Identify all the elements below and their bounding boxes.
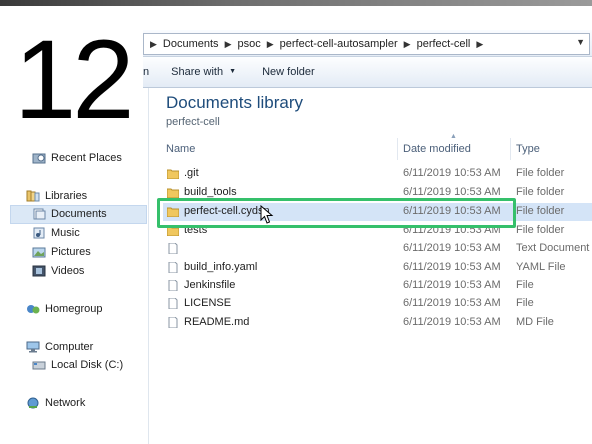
- file-date: 6/11/2019 10:53 AM: [403, 261, 501, 273]
- file-type: File folder: [516, 205, 565, 217]
- nav-item-documents[interactable]: Documents: [32, 208, 107, 220]
- nav-label-recent-places: Recent Places: [51, 152, 122, 164]
- nav-item-music[interactable]: Music: [32, 227, 80, 239]
- file-name: build_info.yaml: [184, 261, 258, 273]
- file-name: README.md: [184, 316, 250, 328]
- file-name: build_tools: [184, 186, 237, 198]
- recent-places-icon: [32, 153, 46, 164]
- file-name: Jenkinsfile: [184, 279, 236, 291]
- nav-item-local-disk[interactable]: Local Disk (C:): [32, 359, 123, 371]
- mouse-cursor-icon: [260, 205, 274, 224]
- nav-label-music: Music: [51, 227, 80, 239]
- file-type: File folder: [516, 167, 565, 179]
- computer-icon: [26, 341, 40, 353]
- dropdown-arrow-icon: ▼: [229, 68, 237, 75]
- file-date: 6/11/2019 10:53 AM: [403, 167, 501, 179]
- file-type: Text Document: [516, 242, 590, 254]
- column-header-date-modified[interactable]: Date modified: [403, 138, 471, 160]
- nav-item-libraries[interactable]: Libraries: [26, 190, 87, 202]
- folder-icon: [167, 169, 179, 179]
- chevron-right-icon[interactable]: ▶: [267, 39, 274, 50]
- pictures-icon: [32, 247, 46, 258]
- file-row[interactable]: README.md 6/11/2019 10:53 AM MD File: [163, 314, 592, 332]
- column-header-type[interactable]: Type: [516, 138, 540, 160]
- videos-icon: [32, 265, 46, 277]
- breadcrumb-documents[interactable]: Documents: [163, 38, 219, 50]
- library-title: Documents library: [166, 93, 303, 112]
- chevron-right-icon[interactable]: ▶: [404, 39, 411, 50]
- nav-label-network: Network: [45, 397, 86, 409]
- file-type: MD File: [516, 316, 554, 328]
- file-date: 6/11/2019 10:53 AM: [403, 242, 501, 254]
- file-type: File: [516, 297, 534, 309]
- new-folder-button[interactable]: New folder: [262, 66, 315, 78]
- document-icon: [168, 298, 178, 309]
- libraries-icon: [26, 190, 40, 202]
- file-row[interactable]: Jenkinsfile 6/11/2019 10:53 AM File: [163, 277, 592, 295]
- file-date: 6/11/2019 10:53 AM: [403, 279, 501, 291]
- chevron-right-icon[interactable]: ▶: [225, 39, 232, 50]
- chevron-right-icon: ▶: [150, 38, 157, 49]
- file-type: File: [516, 279, 534, 291]
- document-icon: [168, 262, 178, 273]
- homegroup-icon: [27, 305, 40, 314]
- file-type: YAML File: [516, 261, 566, 273]
- library-subtitle: perfect-cell: [166, 116, 220, 128]
- chevron-right-icon[interactable]: ▶: [476, 39, 483, 50]
- nav-item-homegroup[interactable]: Homegroup: [26, 303, 102, 315]
- hard-drive-icon: [32, 361, 46, 370]
- pane-divider[interactable]: [148, 88, 149, 444]
- toolbar-partial-button[interactable]: n: [143, 66, 149, 78]
- file-date: 6/11/2019 10:53 AM: [403, 186, 501, 198]
- nav-label-videos: Videos: [51, 265, 85, 277]
- document-icon: [168, 317, 178, 328]
- nav-label-libraries: Libraries: [45, 190, 88, 202]
- file-row[interactable]: .git 6/11/2019 10:53 AM File folder: [163, 165, 592, 183]
- file-name: LICENSE: [184, 297, 232, 309]
- nav-label-pictures: Pictures: [51, 246, 91, 258]
- file-date: 6/11/2019 10:53 AM: [403, 316, 501, 328]
- file-date: 6/11/2019 10:53 AM: [403, 297, 501, 309]
- documents-icon: [33, 208, 46, 220]
- file-type: File folder: [516, 186, 565, 198]
- history-dropdown-icon[interactable]: ▼: [576, 37, 585, 47]
- nav-label-computer: Computer: [45, 341, 94, 353]
- nav-label-homegroup: Homegroup: [45, 303, 103, 315]
- window-top-edge: [0, 0, 592, 6]
- document-icon: [168, 243, 178, 254]
- breadcrumb-perfect-cell[interactable]: perfect-cell: [417, 38, 471, 50]
- file-row[interactable]: build_info.yaml 6/11/2019 10:53 AM YAML …: [163, 259, 592, 277]
- annotation-highlight-box: [157, 198, 516, 228]
- network-icon: [27, 397, 39, 409]
- file-name: .git: [184, 167, 199, 179]
- nav-item-recent-places[interactable]: Recent Places: [32, 152, 122, 164]
- address-bar[interactable]: ▶ Documents ▶ psoc ▶ perfect-cell-autosa…: [143, 30, 592, 57]
- breadcrumb-perfect-cell-autosampler[interactable]: perfect-cell-autosampler: [280, 38, 398, 50]
- share-with-button[interactable]: Share with ▼: [171, 66, 236, 78]
- nav-label-documents: Documents: [51, 208, 107, 220]
- column-header-name[interactable]: Name: [166, 138, 195, 160]
- file-type: File folder: [516, 224, 565, 236]
- nav-item-network[interactable]: Network: [26, 397, 85, 409]
- document-icon: [168, 280, 178, 291]
- breadcrumb[interactable]: ▶ Documents ▶ psoc ▶ perfect-cell-autosa…: [143, 33, 590, 55]
- nav-label-local-disk: Local Disk (C:): [51, 359, 124, 371]
- nav-item-computer[interactable]: Computer: [26, 341, 93, 353]
- breadcrumb-psoc[interactable]: psoc: [237, 38, 260, 50]
- step-number: 12: [14, 17, 135, 142]
- file-row[interactable]: LICENSE 6/11/2019 10:53 AM File: [163, 295, 592, 313]
- folder-icon: [167, 188, 179, 198]
- column-divider[interactable]: [397, 138, 398, 160]
- nav-item-pictures[interactable]: Pictures: [32, 246, 91, 258]
- nav-item-videos[interactable]: Videos: [32, 265, 84, 277]
- share-with-label: Share with: [171, 66, 224, 78]
- step-badge: 12: [0, 10, 143, 144]
- music-icon: [33, 227, 45, 239]
- command-toolbar: n Share with ▼ New folder: [143, 57, 592, 88]
- column-divider[interactable]: [510, 138, 511, 160]
- file-row[interactable]: 6/11/2019 10:53 AM Text Document: [163, 240, 592, 258]
